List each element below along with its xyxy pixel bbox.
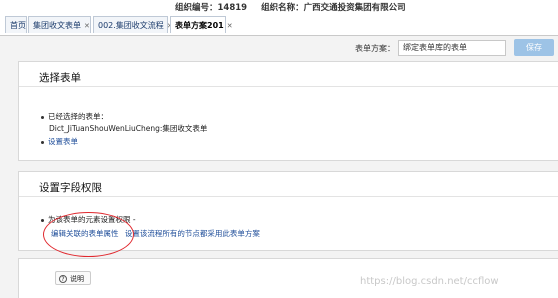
edit-form-properties-link[interactable]: 编辑关联的表单属性 [51, 229, 119, 238]
top-bar: 组织编号：14819 组织名称：广西交通投资集团有限公司 [0, 0, 558, 13]
org-code: 组织编号：14819 [175, 3, 248, 13]
permissions-desc-row: 为该表单的元素设置权限 - [41, 214, 136, 225]
apply-all-nodes-link[interactable]: 设置该流程所有的节点都采用此表单方案 [125, 229, 260, 238]
tab-form[interactable]: 集团收文表单 ✕ [28, 16, 91, 33]
selected-form-label-row: 已经选择的表单： [41, 111, 108, 122]
bullet-icon [41, 218, 44, 222]
field-permissions-panel: 设置字段权限 为该表单的元素设置权限 - 编辑关联的表单属性 设置该流程所有的节… [18, 171, 558, 251]
tab-label: 集团收文表单 [33, 21, 81, 30]
toolbar: 表单方案： 绑定表单库的表单 保存 [0, 36, 558, 60]
selected-form-label: 已经选择的表单： [48, 112, 108, 121]
scheme-label: 表单方案： [355, 44, 395, 53]
permissions-links-row: 编辑关联的表单属性 设置该流程所有的节点都采用此表单方案 [51, 228, 260, 239]
bullet-icon [41, 115, 44, 119]
tab-form-scheme[interactable]: 表单方案201 ✕ [170, 16, 233, 33]
help-button[interactable]: ? 说明 [55, 271, 91, 285]
close-icon[interactable]: ✕ [227, 22, 233, 30]
tab-label: 002.集团收文流程 [98, 21, 164, 30]
permissions-desc: 为该表单的元素设置权限 - [48, 215, 136, 224]
tab-flow[interactable]: 002.集团收文流程✕ [93, 16, 173, 33]
bullet-icon [41, 140, 44, 144]
close-icon[interactable]: ✕ [84, 22, 90, 30]
set-form-row: 设置表单 [41, 136, 78, 147]
tab-bar: 首页 集团收文表单✕ 002.集团收文流程✕ 表单方案201✕ [0, 13, 558, 36]
org-name: 组织名称：广西交通投资集团有限公司 [261, 3, 406, 13]
selected-form-value: Dict_JiTuanShouWenLiuCheng:集团收文表单 [49, 124, 208, 133]
divider [19, 196, 558, 197]
divider [19, 86, 558, 87]
scheme-select[interactable]: 绑定表单库的表单 [398, 40, 506, 56]
tab-home[interactable]: 首页 [5, 16, 27, 33]
tab-label: 表单方案201 [175, 21, 224, 30]
tab-label: 首页 [10, 21, 26, 30]
select-form-panel: 选择表单 已经选择的表单： Dict_JiTuanShouWenLiuCheng… [18, 61, 558, 161]
watermark: https://blog.csdn.net/ccflow [360, 276, 499, 287]
panel-title: 选择表单 [39, 72, 81, 84]
org-info: 组织编号：14819 组织名称：广西交通投资集团有限公司 [175, 1, 420, 13]
save-button[interactable]: 保存 [514, 39, 554, 56]
question-icon: ? [59, 275, 67, 283]
set-form-link[interactable]: 设置表单 [48, 137, 78, 146]
panel-title: 设置字段权限 [39, 182, 102, 194]
help-label: 说明 [70, 275, 84, 283]
